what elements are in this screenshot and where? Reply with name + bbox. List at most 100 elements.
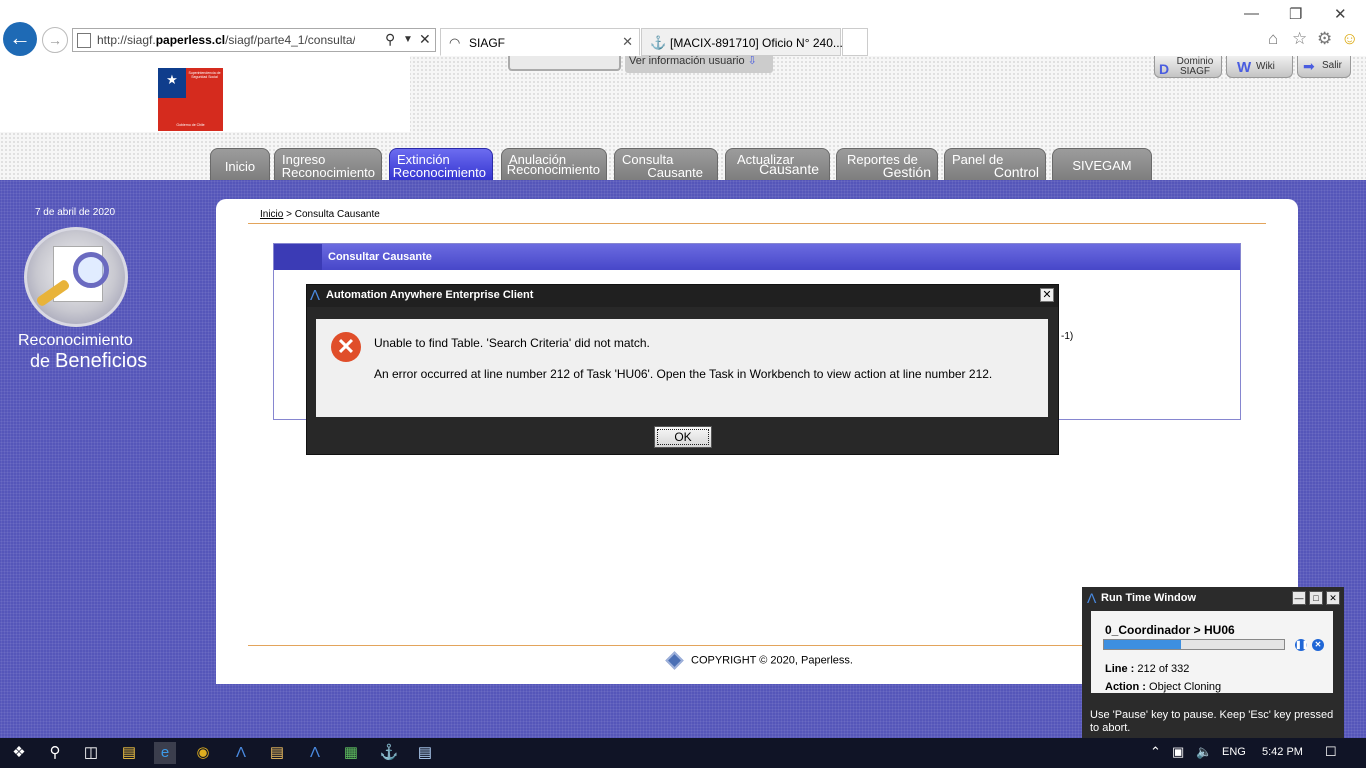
runtime-note: Use 'Pause' key to pause. Keep 'Esc' key…	[1090, 709, 1334, 734]
remote-app-icon[interactable]: ⚓	[378, 742, 400, 764]
automation-anywhere-icon: Λ	[310, 287, 321, 304]
runtime-minimize-button[interactable]: —	[1292, 591, 1306, 605]
tab-label: [MACIX-891710] Oficio N° 240...	[670, 36, 843, 50]
gobierno-de-chile-logo: ★ Superintendencia de Seguridad Social G…	[158, 68, 223, 131]
search-icon[interactable]: ⚲	[385, 31, 395, 48]
nav-tab-ingreso-reconocimiento[interactable]: Ingreso Reconocimiento	[274, 148, 382, 181]
error-dialog: Λ Automation Anywhere Enterprise Client …	[306, 284, 1059, 455]
smiley-icon[interactable]: ☺	[1341, 29, 1358, 49]
runtime-maximize-button[interactable]: □	[1309, 591, 1323, 605]
page-icon	[77, 33, 91, 48]
ok-button[interactable]: OK	[654, 426, 712, 448]
nav-tab-inicio[interactable]: Inicio	[210, 148, 270, 181]
home-icon[interactable]: ⌂	[1268, 29, 1278, 49]
tab-close-icon[interactable]: ✕	[622, 34, 633, 50]
nav-tab-consulta-causante[interactable]: Consulta Causante	[614, 148, 718, 181]
salir-button[interactable]: ➡ Salir	[1297, 56, 1351, 78]
restore-icon[interactable]: ❐	[1289, 5, 1302, 23]
nav-tab-panel-control[interactable]: Panel de Control	[944, 148, 1046, 181]
dominio-icon: D	[1159, 61, 1170, 77]
file-explorer-icon[interactable]: ▤	[118, 742, 140, 764]
error-message-1: Unable to find Table. 'Search Criteria' …	[374, 336, 650, 350]
clock[interactable]: 5:42 PM	[1262, 746, 1303, 758]
nav-tab-reportes-gestion[interactable]: Reportes de Gestión	[836, 148, 938, 181]
user-info-button[interactable]: Ver información usuario ⇩	[625, 56, 773, 73]
download-arrow-icon: ⇩	[747, 55, 757, 67]
automation-anywhere-icon[interactable]: Λ	[230, 742, 252, 764]
network-icon[interactable]: ▣	[1172, 744, 1184, 760]
task-view-icon[interactable]: ◫	[80, 742, 102, 764]
runtime-task-name: 0_Coordinador > HU06	[1105, 623, 1235, 637]
error-message-2: An error occurred at line number 212 of …	[374, 367, 993, 381]
error-icon: ✕	[331, 332, 361, 362]
dialog-body: ✕ Unable to find Table. 'Search Criteria…	[316, 319, 1048, 417]
notifications-icon[interactable]: ☐	[1325, 744, 1337, 760]
magnifier-icon	[73, 252, 109, 288]
nav-tab-anulacion-reconocimiento[interactable]: Anulación Reconocimiento	[501, 148, 607, 181]
browser-chrome: ← → http://siagf.paperless.cl/siagf/part…	[0, 0, 1366, 56]
wiki-icon: W	[1237, 59, 1252, 76]
runtime-action: Action : Object Cloning	[1105, 681, 1222, 693]
tray-up-icon[interactable]: ⌃	[1150, 744, 1161, 760]
exit-arrow-icon: ➡	[1303, 58, 1315, 74]
forward-icon[interactable]: →	[42, 27, 68, 53]
reconocimiento-beneficios-logo	[24, 227, 128, 327]
app-icon[interactable]: ▦	[340, 742, 362, 764]
dialog-titlebar: Λ Automation Anywhere Enterprise Client …	[307, 285, 1058, 307]
stop-icon[interactable]: ✕	[1312, 639, 1324, 651]
gear-icon[interactable]: ⚙	[1317, 29, 1332, 49]
automation-anywhere-client-icon[interactable]: Λ	[304, 742, 326, 764]
automation-anywhere-icon: Λ	[1087, 590, 1097, 606]
notepad-icon[interactable]: ▤	[266, 742, 288, 764]
document-icon[interactable]: ▤	[414, 742, 436, 764]
divider	[248, 223, 1266, 224]
search-icon[interactable]: ⚲	[44, 742, 66, 764]
windows-start-icon[interactable]: ❖	[8, 742, 30, 764]
tab-siagf[interactable]: ◠ SIAGF ✕	[440, 28, 640, 56]
sidebar-title-line-1: Reconocimiento	[18, 332, 133, 349]
url-text: http://siagf.paperless.cl/siagf/parte4_1…	[97, 33, 355, 47]
runtime-body: 0_Coordinador > HU06 ❚❚ ✕ Line : 212 of …	[1091, 611, 1333, 693]
address-bar[interactable]: http://siagf.paperless.cl/siagf/parte4_1…	[72, 28, 436, 52]
back-icon[interactable]: ←	[3, 22, 37, 56]
run-time-window: Λ Run Time Window — □ ✕ 0_Coordinador > …	[1082, 587, 1344, 738]
tab-jira[interactable]: ⚓ [MACIX-891710] Oficio N° 240...	[641, 28, 843, 56]
wiki-button[interactable]: W Wiki	[1226, 56, 1293, 78]
taskbar: ❖ ⚲ ◫ ▤ e ◉ Λ ▤ Λ ▦ ⚓ ▤ ⌃ ▣ 🔈 ENG 5:42 P…	[0, 738, 1366, 768]
dominio-siagf-button[interactable]: D Dominio SIAGF	[1154, 56, 1222, 78]
dialog-title: Automation Anywhere Enterprise Client	[326, 289, 534, 301]
runtime-line: Line : 212 of 332	[1105, 663, 1190, 675]
form-header: Consultar Causante	[274, 244, 1240, 270]
dialog-close-button[interactable]: ✕	[1040, 288, 1054, 302]
runtime-progress-bar	[1103, 639, 1285, 650]
footer: COPYRIGHT © 2020, Paperless.	[665, 651, 853, 670]
runtime-progress-fill	[1104, 640, 1182, 649]
dropdown-icon[interactable]: ▼	[403, 34, 413, 45]
obscured-text-fragment: -1)	[1061, 331, 1074, 342]
chrome-icon[interactable]: ◉	[192, 742, 214, 764]
minimize-icon[interactable]: —	[1244, 5, 1259, 22]
volume-muted-icon[interactable]: 🔈	[1196, 744, 1212, 760]
internet-explorer-icon[interactable]: e	[154, 742, 176, 764]
jira-icon: ⚓	[650, 35, 667, 50]
form-title: Consultar Causante	[328, 251, 432, 263]
breadcrumb: Inicio > Consulta Causante	[260, 209, 380, 220]
runtime-close-button[interactable]: ✕	[1326, 591, 1340, 605]
site-header: ★ Superintendencia de Seguridad Social G…	[0, 56, 1366, 181]
user-info-panel	[508, 56, 621, 71]
new-tab-button[interactable]	[842, 28, 868, 56]
language-indicator[interactable]: ENG	[1222, 746, 1246, 758]
nav-tab-sivegam[interactable]: SIVEGAM	[1052, 148, 1152, 181]
nav-tab-extincion-reconocimiento[interactable]: Extinción Reconocimiento	[389, 148, 493, 181]
tab-label: SIAGF	[469, 36, 506, 50]
favorites-star-icon[interactable]: ☆	[1292, 29, 1307, 49]
pause-icon[interactable]: ❚❚	[1295, 639, 1308, 651]
current-date: 7 de abril de 2020	[34, 207, 116, 218]
sidebar-title-line-2: de Beneficios	[30, 350, 148, 372]
runtime-title: Run Time Window	[1101, 592, 1197, 604]
breadcrumb-inicio-link[interactable]: Inicio	[260, 209, 283, 220]
close-window-icon[interactable]: ✕	[1334, 5, 1347, 23]
close-icon[interactable]: ✕	[419, 31, 431, 48]
nav-tab-actualizar-causante[interactable]: Actualizar Causante	[725, 148, 830, 181]
loading-icon: ◠	[449, 35, 461, 50]
